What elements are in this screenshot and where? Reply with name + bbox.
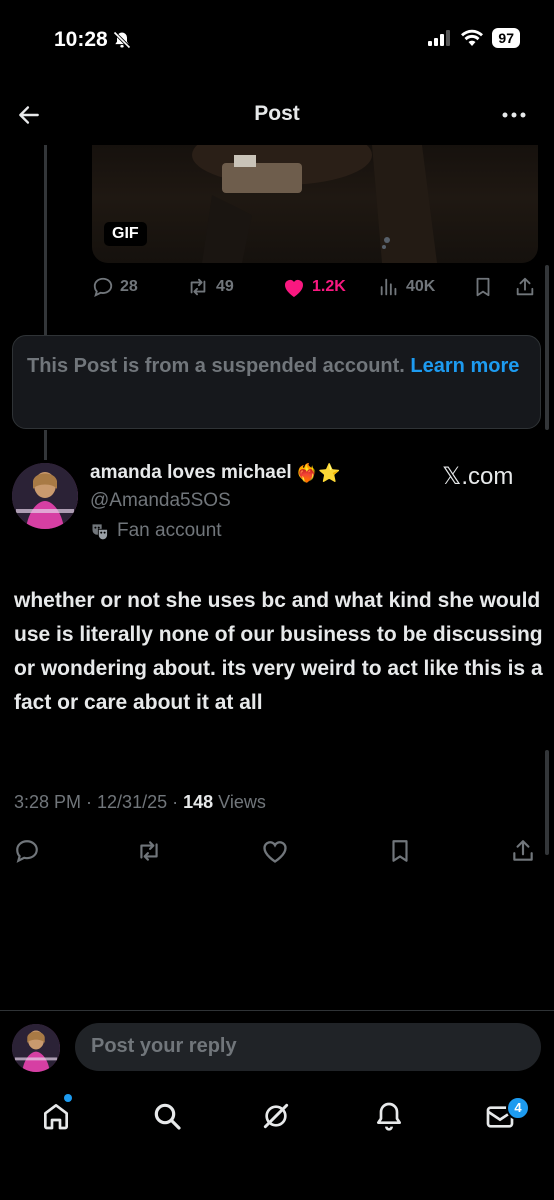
battery-indicator: 97	[492, 28, 520, 48]
display-name[interactable]: amanda loves michael ❤️‍🔥⭐	[90, 462, 341, 484]
user-handle[interactable]: @Amanda5SOS	[90, 490, 231, 512]
reply-icon	[16, 840, 38, 863]
gif-badge: GIF	[104, 222, 147, 246]
bell-slash-icon	[113, 31, 131, 49]
status-time: 10:28	[54, 28, 132, 52]
time-text: 10:28	[54, 28, 108, 51]
source-watermark: 𝕏.com	[442, 463, 514, 490]
like-count: 1.2K	[312, 278, 346, 295]
share-action[interactable]	[514, 276, 536, 298]
avatar[interactable]	[12, 463, 78, 529]
status-icons: 97	[428, 28, 520, 48]
repost-action[interactable]: 49	[186, 276, 234, 298]
more-options-button[interactable]	[500, 102, 528, 128]
post-timestamp: 3:28 PM · 12/31/25 ·	[14, 792, 184, 812]
bookmark-icon	[392, 840, 408, 862]
post-meta: 3:28 PM · 12/31/25 · 148 Views	[14, 792, 266, 813]
views-count: 40K	[406, 278, 436, 295]
heart-filled-icon	[285, 280, 303, 297]
messages-badge: 4	[506, 1096, 530, 1120]
reply-action[interactable]: 28	[92, 276, 138, 298]
nav-search[interactable]	[151, 1100, 183, 1132]
views-action[interactable]: 40K	[378, 276, 435, 298]
thread-line	[44, 145, 47, 335]
reply-count: 28	[120, 278, 138, 295]
bookmark-icon	[476, 277, 490, 297]
notice-text: This Post is from a suspended account.	[27, 355, 405, 377]
repost-icon	[140, 841, 158, 861]
fan-account-label: Fan account	[90, 520, 222, 542]
scrollbar[interactable]	[545, 265, 549, 430]
page-title: Post	[254, 102, 300, 125]
heart-icon	[263, 841, 287, 863]
wifi-icon	[461, 29, 484, 46]
view-count: 148	[183, 792, 214, 812]
search-icon	[154, 1103, 181, 1130]
name-emojis: ❤️‍🔥⭐	[295, 462, 341, 483]
post-repost-button[interactable]	[135, 838, 163, 864]
like-action[interactable]: 1.2K	[282, 276, 346, 298]
home-icon	[44, 1104, 68, 1130]
views-icon	[380, 278, 397, 296]
post-reply-button[interactable]	[14, 838, 40, 864]
nav-home[interactable]	[40, 1100, 72, 1132]
divider	[0, 1010, 554, 1011]
share-icon	[516, 277, 534, 296]
gif-media[interactable]	[92, 145, 538, 263]
post-like-button[interactable]	[261, 838, 289, 864]
post-share-button[interactable]	[510, 838, 536, 864]
nav-notifications[interactable]	[373, 1100, 405, 1132]
reply-avatar[interactable]	[12, 1024, 60, 1072]
reply-icon	[93, 277, 113, 298]
suspended-notice: This Post is from a suspended account. L…	[12, 335, 541, 429]
post-bookmark-button[interactable]	[387, 838, 413, 864]
post-text: whether or not she uses bc and what kind…	[14, 589, 543, 714]
nav-grok[interactable]	[260, 1100, 292, 1132]
bell-icon	[377, 1102, 401, 1131]
home-notification-dot	[64, 1094, 72, 1102]
masks-icon	[92, 524, 108, 541]
grok-icon	[263, 1103, 289, 1129]
share-icon	[513, 840, 533, 861]
display-name-text: amanda loves michael	[90, 462, 292, 483]
fan-account-text: Fan account	[117, 520, 222, 541]
learn-more-link[interactable]: Learn more	[410, 355, 519, 377]
views-label: Views	[213, 792, 266, 812]
thread-line	[44, 430, 47, 460]
repost-count: 49	[216, 278, 234, 295]
scrollbar[interactable]	[545, 750, 549, 855]
more-icon	[502, 112, 526, 118]
reply-input[interactable]: Post your reply	[75, 1023, 541, 1071]
repost-icon	[190, 278, 206, 296]
avatar-image	[12, 1024, 60, 1072]
gif-frame-image	[192, 145, 437, 263]
signal-icon	[428, 30, 451, 46]
bookmark-action[interactable]	[472, 276, 494, 298]
avatar-image	[12, 463, 78, 529]
